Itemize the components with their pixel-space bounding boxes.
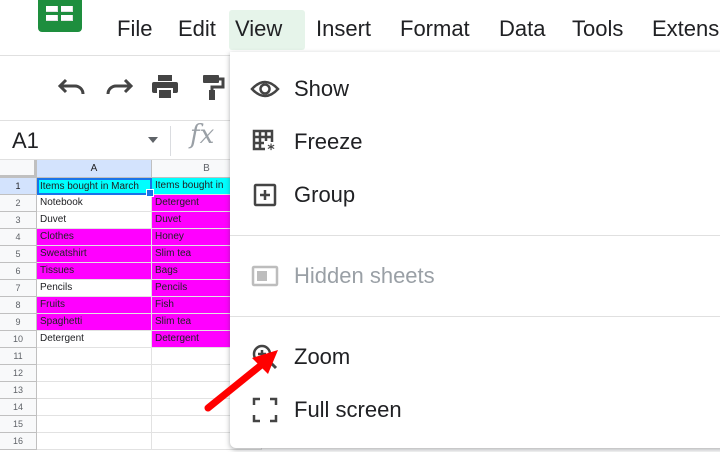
row-header[interactable]: 2 — [0, 195, 37, 212]
cell-a6[interactable]: Tissues — [37, 263, 152, 280]
menu-separator — [230, 235, 720, 236]
formula-separator — [170, 126, 171, 156]
freeze-icon: * — [250, 129, 280, 155]
menu-item-group[interactable]: Group — [230, 172, 720, 218]
menu-item-label: Full screen — [294, 397, 402, 422]
menu-item-zoom[interactable]: Zoom — [230, 334, 720, 380]
row-header[interactable]: 14 — [0, 399, 37, 416]
menu-item-label: Zoom — [294, 344, 351, 369]
row-header[interactable]: 12 — [0, 365, 37, 382]
row-header[interactable]: 7 — [0, 280, 37, 297]
eye-icon — [250, 76, 280, 102]
cell-a7[interactable]: Pencils — [37, 280, 152, 297]
redo-icon[interactable] — [102, 70, 136, 104]
column-header-a[interactable]: A — [37, 160, 152, 178]
row-header[interactable]: 10 — [0, 331, 37, 348]
fill-handle[interactable] — [146, 189, 154, 197]
row-header[interactable]: 6 — [0, 263, 37, 280]
row-header[interactable]: 15 — [0, 416, 37, 433]
row-header[interactable]: 8 — [0, 297, 37, 314]
cell-a15[interactable] — [37, 416, 152, 433]
cell-a3[interactable]: Duvet — [37, 212, 152, 229]
group-icon — [250, 182, 280, 208]
menu-insert[interactable]: Insert — [310, 10, 377, 50]
hidden-sheets-icon — [250, 263, 280, 289]
menu-item-hidden-sheets: Hidden sheets — [230, 253, 720, 299]
name-box[interactable]: A1 — [0, 122, 168, 160]
row-header[interactable]: 3 — [0, 212, 37, 229]
view-menu-dropdown: Show * Freeze Group Hidden sheets Zoom F… — [230, 52, 720, 448]
cell-a1[interactable]: Items bought in March — [37, 178, 152, 195]
row-header[interactable]: 1 — [0, 178, 37, 195]
menu-item-label: Group — [294, 182, 356, 207]
menu-file[interactable]: File — [111, 10, 158, 50]
fullscreen-icon — [250, 397, 280, 423]
menu-item-label: Hidden sheets — [294, 263, 435, 288]
menu-item-label: Freeze — [294, 129, 363, 154]
row-header[interactable]: 11 — [0, 348, 37, 365]
menu-separator — [230, 316, 720, 317]
row-header[interactable]: 5 — [0, 246, 37, 263]
cell-a2[interactable]: Notebook — [37, 195, 152, 212]
cell-a14[interactable] — [37, 399, 152, 416]
menu-tools[interactable]: Tools — [566, 10, 629, 50]
cell-a13[interactable] — [37, 382, 152, 399]
undo-icon[interactable] — [55, 70, 89, 104]
cell-a12[interactable] — [37, 365, 152, 382]
select-all-corner[interactable] — [0, 160, 37, 178]
menu-item-freeze[interactable]: * Freeze — [230, 119, 720, 165]
cell-a10[interactable]: Detergent — [37, 331, 152, 348]
row-header[interactable]: 16 — [0, 433, 37, 450]
menu-view[interactable]: View — [229, 10, 305, 50]
name-box-dropdown-icon[interactable] — [148, 137, 158, 143]
menu-data[interactable]: Data — [493, 10, 551, 50]
cell-a5[interactable]: Sweatshirt — [37, 246, 152, 263]
menu-bar: File Edit View Insert Format Data Tools … — [0, 0, 720, 54]
cell-a9[interactable]: Spaghetti — [37, 314, 152, 331]
cell-a16[interactable] — [37, 433, 152, 450]
row-header[interactable]: 9 — [0, 314, 37, 331]
menu-item-full-screen[interactable]: Full screen — [230, 387, 720, 433]
row-header[interactable]: 13 — [0, 382, 37, 399]
menu-extensions[interactable]: Extens — [646, 10, 720, 50]
row-header[interactable]: 4 — [0, 229, 37, 246]
fx-icon: fx — [190, 120, 215, 150]
menu-edit[interactable]: Edit — [172, 10, 222, 50]
menu-format[interactable]: Format — [394, 10, 476, 50]
cell-a8[interactable]: Fruits — [37, 297, 152, 314]
print-icon[interactable] — [148, 70, 182, 104]
paint-format-icon[interactable] — [196, 70, 230, 104]
menu-item-show[interactable]: Show — [230, 66, 720, 112]
cell-a4[interactable]: Clothes — [37, 229, 152, 246]
menu-item-label: Show — [294, 76, 350, 101]
cell-a11[interactable] — [37, 348, 152, 365]
svg-text:*: * — [267, 142, 275, 155]
zoom-icon — [250, 344, 280, 370]
